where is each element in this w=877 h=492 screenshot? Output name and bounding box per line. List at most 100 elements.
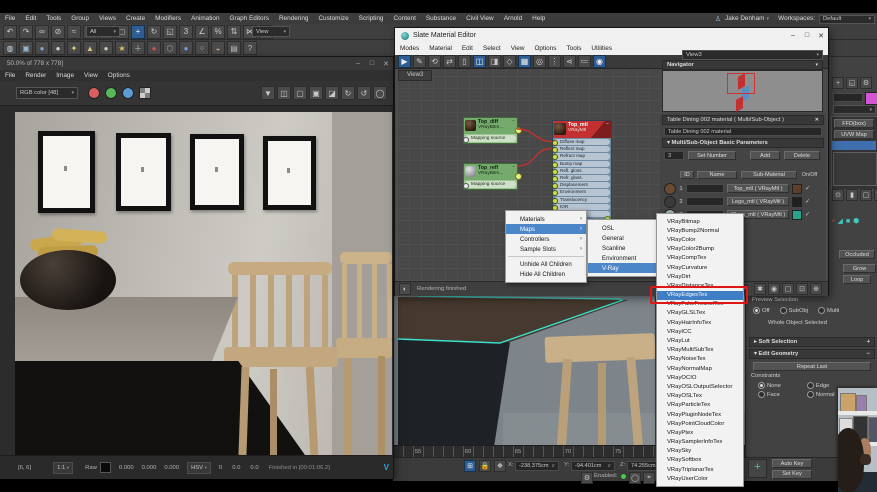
mute-icon[interactable]: ◯ [629,472,641,484]
submaterial-button[interactable]: Legs_mtl ( VRayMtl ) [727,197,789,206]
loop-button[interactable]: Loop [843,275,871,284]
collapse-icon[interactable]: − [512,164,515,170]
menu-item[interactable]: Substance [421,13,461,24]
vray-map-item[interactable]: VRayParticleTex [657,401,743,410]
render-production-icon[interactable]: ● [35,41,49,55]
node-slot[interactable]: Diffuse map [552,139,610,147]
menu-item[interactable]: Content [389,13,421,24]
help-icon[interactable]: ? [243,41,257,55]
submaterial-name-field[interactable] [686,184,724,193]
vray-map-item[interactable]: VRayLut [657,336,743,345]
zoom-selected-icon[interactable]: ⊕ [810,283,822,295]
vray-map-item[interactable]: VRayBitmap [657,217,743,226]
menu-item[interactable]: Arnold [499,13,527,24]
maximize-icon[interactable]: □ [365,58,379,69]
helpers-icon[interactable]: ＋ [131,41,145,55]
collapse-icon[interactable]: − [512,118,515,124]
vray-map-item[interactable]: VRaySoftbox [657,456,743,465]
vray-map-item[interactable]: VRayNoiseTex [657,355,743,364]
layout-children-icon[interactable]: ◎ [533,55,546,68]
layout-all-icon[interactable]: ▦ [518,55,531,68]
menu-item[interactable]: Edit [457,43,478,55]
add-button[interactable]: Add [750,151,780,160]
context-menu-item[interactable]: Maps › [506,224,586,234]
node-slot[interactable]: Environment [552,189,610,197]
menu-item[interactable]: Options [103,70,135,81]
pan-hand-icon[interactable]: ✱ [754,283,766,295]
zoom-dropdown[interactable]: 1:1 ▾ [53,461,74,474]
y-coordinate-field[interactable]: -94.401cm ⇵ [571,460,615,471]
menu-item[interactable]: Tools [41,13,66,24]
object-color-swatch[interactable] [865,92,877,105]
submaterial-thumb[interactable] [664,195,676,208]
radio-off[interactable] [753,307,760,314]
menu-item[interactable]: Modes [395,43,424,55]
spinner-snap-icon[interactable]: ⇅ [227,24,241,39]
unlink-selection-icon[interactable]: ⊘ [51,24,65,39]
show-map-icon[interactable]: ▯ [458,55,471,68]
menu-item[interactable]: Graph Editors [225,13,274,24]
red-channel-button[interactable] [88,87,100,99]
edge-subobject-icon[interactable]: ◢ [837,217,842,225]
basic-params-rollout[interactable]: ▾ Multi/Sub-Object Basic Parameters [662,138,824,148]
sphere-primitive-icon[interactable]: ● [99,41,113,55]
submaterial-color-swatch[interactable] [792,196,802,207]
select-tree-icon[interactable]: ≔ [578,55,591,68]
sme-titlebar[interactable]: Slate Material Editor – □ ✕ [395,28,828,44]
modifier-selected-row[interactable] [832,141,876,150]
edit-geometry-rollout[interactable]: ▾ Edit Geometry − [749,349,875,359]
menu-item[interactable]: Edit [20,13,41,24]
node-slot[interactable]: Refr. gloss. [552,175,610,183]
id-column-header[interactable]: ID [680,171,694,179]
view-dropdown[interactable]: View3 ▾ [682,50,823,60]
menu-item[interactable]: Group [66,13,94,24]
material-count-field[interactable]: 3 [664,151,684,160]
save-image-icon[interactable]: ▼ [261,86,275,100]
menu-item[interactable]: Image [51,70,79,81]
vray-map-item[interactable]: VRayOSLOutputSelector [657,382,743,391]
atom-icon[interactable]: ⬡ [163,41,177,55]
output-socket[interactable] [515,127,522,134]
pick-material-icon[interactable]: ✎ [413,55,426,68]
submaterial-column-header[interactable]: Sub-Material [741,171,797,179]
menu-item[interactable]: Animation [186,13,224,24]
color-corrections-icon[interactable]: ▣ [309,86,323,100]
node-slot[interactable]: Bump map [552,160,610,168]
lock-selection-icon[interactable]: 🔒 [479,460,491,472]
vray-map-item[interactable]: VRayICC [657,327,743,336]
channel-dropdown[interactable]: RGB color [48] ▾ [16,87,78,99]
radio-subobj[interactable] [779,307,787,314]
vray-map-item[interactable]: VRayDirt [657,272,743,281]
menu-item[interactable]: Material [424,43,457,55]
select-and-scale-icon[interactable]: ◱ [163,24,177,39]
vray-map-item[interactable]: VRayHairInfoTex [657,318,743,327]
navigator-preview[interactable] [662,70,823,112]
node-slot[interactable]: Displacement [552,182,610,190]
vray-map-item[interactable]: VRayOSLTex [657,392,743,401]
menu-item[interactable]: Scripting [354,13,389,24]
soft-selection-rollout[interactable]: ▸ Soft Selection + [749,337,875,347]
zoom-region-icon[interactable]: ▢ [782,283,794,295]
teapot-icon[interactable]: ◒ [211,41,225,55]
x-coordinate-field[interactable]: -238.375cm ⇵ [515,460,559,471]
minimize-icon[interactable]: – [351,58,365,69]
vray-map-item[interactable]: VRayTriplanarTex [657,465,743,474]
utilities-tab-icon[interactable]: ⚙ [860,77,872,89]
menu-item[interactable]: Options [529,43,561,55]
submaterial-color-swatch[interactable] [792,183,802,194]
menu-item[interactable]: File [0,70,20,81]
vray-map-item[interactable]: VRayPointCloudColor [657,419,743,428]
node-top-refl[interactable]: Top_refl VRayBitm... − Mapping source [463,163,518,190]
hsv-dropdown[interactable]: HSV ▾ [187,461,211,474]
vray-map-item[interactable]: VRayCurvature [657,263,743,272]
select-and-move-icon[interactable]: + [131,24,145,39]
material-header[interactable]: Table Dining 002 material ( Multi/Sub-Ob… [662,115,824,125]
material-name-field[interactable]: Table Dining 002 material [664,127,822,136]
menu-item[interactable]: File [0,13,20,24]
menu-item[interactable]: Render [20,70,51,81]
close-icon[interactable]: ✕ [814,30,828,41]
vray-map-item[interactable]: VRaySamplerInfoTex [657,438,743,447]
menu-item[interactable]: Tools [561,43,586,55]
node-slot[interactable]: Mapping source [463,181,516,189]
radio-face[interactable] [758,391,765,398]
